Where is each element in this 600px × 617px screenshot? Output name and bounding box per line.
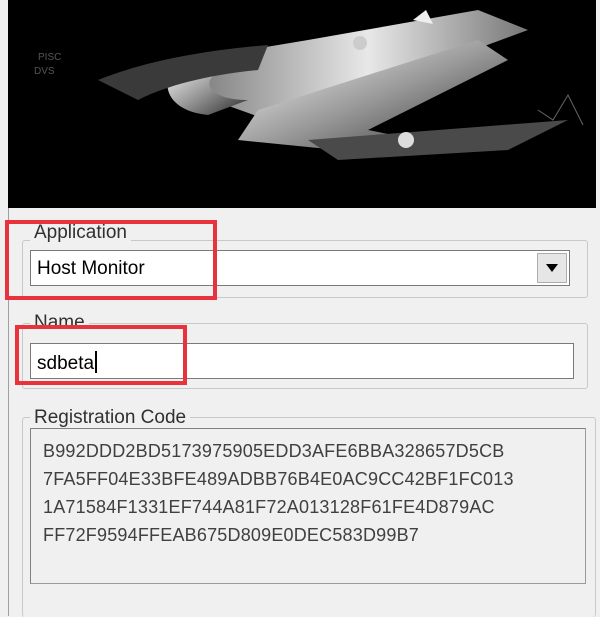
registration-code-line: 1A71584F1331EF744A81F72A013128F61FE4D879… — [43, 497, 495, 517]
registration-code-line: B992DDD2BD5173975905EDD3AFE6BBA328657D5C… — [43, 441, 505, 461]
window-right-border — [596, 0, 600, 616]
registration-group-label: Registration Code — [30, 408, 191, 428]
highlight-name — [15, 325, 187, 385]
registration-code-line: 7FA5FF04E33BFE489ADBB76B4E0AC9CC42BF1FC0… — [43, 469, 514, 489]
highlight-application — [5, 220, 217, 300]
svg-text:PISC: PISC — [38, 52, 61, 63]
svg-text:DVS: DVS — [34, 66, 55, 77]
product-logo-banner: PISC DVS — [8, 0, 596, 208]
registration-code-textarea[interactable]: B992DDD2BD5173975905EDD3AFE6BBA328657D5C… — [30, 428, 586, 584]
registration-code-line: FF72F9594FFEAB675D809E0DEC583D99B7 — [43, 525, 420, 545]
chevron-down-icon — [546, 264, 558, 272]
dropdown-button[interactable] — [537, 253, 567, 283]
